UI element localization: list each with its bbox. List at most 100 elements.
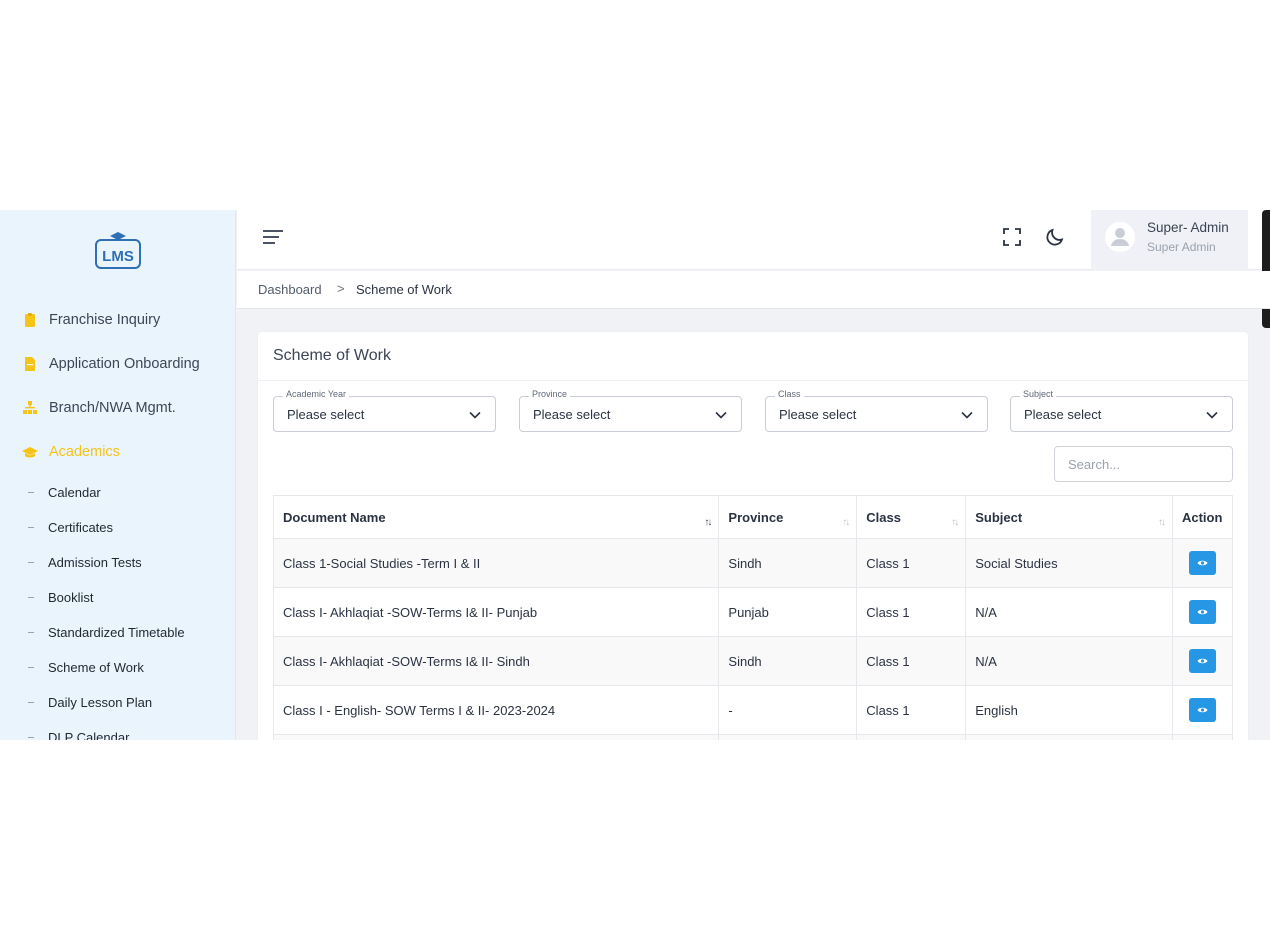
table-header-row: Document Name ↑↓ Province ↑↓ Class ↑↓ Subje…: [272, 495, 1234, 539]
academic-year-label: Academic Year: [283, 389, 350, 399]
academic-year-value: Please select: [287, 407, 365, 422]
province-select[interactable]: Province Please select: [519, 389, 742, 432]
subject-label: Subject: [1020, 389, 1057, 399]
column-header-class[interactable]: Class ↑↓: [856, 495, 967, 539]
top-header: Super- Admin Super Admin: [237, 210, 1270, 270]
menu-toggle-icon[interactable]: [263, 230, 283, 246]
document-name-cell: Class I - English- SOW Terms I & II- 202…: [272, 685, 720, 735]
sidebar-item-franchise-inquiry[interactable]: Franchise Inquiry: [22, 308, 160, 332]
sidebar-subitem-standardized-timetable[interactable]: Standardized Timetable: [28, 622, 185, 642]
table-row: [272, 734, 1234, 740]
action-cell: [1171, 538, 1234, 588]
graduation-cap-icon: [22, 444, 38, 460]
fullscreen-icon[interactable]: [1003, 228, 1021, 246]
sort-icon: ↑↓: [704, 517, 712, 528]
sidebar-item-branch-mgmt[interactable]: Branch/NWA Mgmt.: [22, 396, 176, 420]
eye-icon: [1197, 707, 1208, 713]
bullet-dash: [28, 736, 34, 738]
chevron-down-icon: [469, 411, 481, 419]
breadcrumb-dashboard-link[interactable]: Dashboard: [258, 282, 322, 297]
province-cell: Punjab: [718, 587, 858, 637]
sidebar-subitem-scheme-of-work[interactable]: Scheme of Work: [28, 657, 144, 677]
class-cell: Class 1: [856, 636, 967, 686]
province-cell: [718, 734, 858, 740]
svg-text:LMS: LMS: [102, 248, 134, 265]
bullet-dash: [28, 561, 34, 563]
bullet-dash: [28, 526, 34, 528]
avatar: [1105, 222, 1135, 252]
sidebar-subitem-calendar[interactable]: Calendar: [28, 482, 101, 502]
sidebar-item-academics[interactable]: Academics: [22, 440, 120, 464]
sidebar-item-label: Application Onboarding: [49, 356, 200, 372]
bullet-dash: [28, 631, 34, 633]
chevron-down-icon: [1206, 411, 1218, 419]
side-toolbar-strip[interactable]: [1262, 210, 1270, 328]
eye-icon: [1197, 560, 1208, 566]
eye-icon: [1197, 658, 1208, 664]
clipboard-icon: [22, 312, 38, 328]
column-header-label: Action: [1181, 509, 1223, 525]
sidebar-subitem-label: Admission Tests: [48, 554, 142, 570]
view-button[interactable]: [1188, 649, 1216, 673]
document-name-cell: Class I- Akhlaqiat -SOW-Terms I& II- Pun…: [272, 587, 720, 637]
sidebar-subitem-daily-lesson-plan[interactable]: Daily Lesson Plan: [28, 692, 152, 712]
view-button[interactable]: [1188, 698, 1216, 722]
class-value: Please select: [779, 407, 857, 422]
subject-cell: [965, 734, 1173, 740]
subject-value: Please select: [1024, 407, 1102, 422]
sidebar-subitem-label: Booklist: [48, 589, 94, 605]
action-cell: [1171, 587, 1234, 637]
user-menu[interactable]: Super- Admin Super Admin: [1091, 210, 1248, 270]
subject-cell: N/A: [965, 587, 1173, 637]
class-cell: Class 1: [856, 685, 967, 735]
subject-cell: Social Studies: [965, 538, 1173, 588]
breadcrumb-current: Scheme of Work: [356, 282, 452, 297]
view-button[interactable]: [1188, 600, 1216, 624]
sidebar-subitem-dlp-calendar[interactable]: DLP Calendar: [28, 727, 129, 740]
sidebar-subitem-admission-tests[interactable]: Admission Tests: [28, 552, 142, 572]
subject-cell: English: [965, 685, 1173, 735]
sidebar-subitem-label: Daily Lesson Plan: [48, 694, 153, 710]
document-name-cell: Class 1-Social Studies -Term I & II: [272, 538, 720, 588]
sort-icon: ↑↓: [842, 517, 850, 528]
column-header-province[interactable]: Province ↑↓: [718, 495, 858, 539]
sidebar-subitem-booklist[interactable]: Booklist: [28, 587, 94, 607]
lms-logo[interactable]: LMS: [94, 232, 142, 270]
column-header-label: Subject: [975, 509, 1023, 525]
user-role: Super Admin: [1147, 240, 1216, 254]
sidebar-item-application-onboarding[interactable]: Application Onboarding: [22, 352, 200, 376]
sidebar-item-label: Branch/NWA Mgmt.: [49, 400, 176, 416]
page-title: Scheme of Work: [273, 347, 391, 364]
table-row: Class I- Akhlaqiat -SOW-Terms I& II- Sin…: [272, 636, 1234, 686]
scheme-of-work-table: Document Name ↑↓ Province ↑↓ Class ↑↓ Subje…: [272, 495, 1234, 740]
column-header-label: Class: [866, 509, 901, 525]
user-name: Super- Admin: [1147, 220, 1229, 235]
sidebar-subitem-label: Scheme of Work: [48, 659, 144, 675]
sidebar: LMS Franchise Inquiry Application Onboar…: [0, 210, 236, 740]
class-cell: Class 1: [856, 538, 967, 588]
column-header-action: Action: [1171, 495, 1234, 539]
chevron-down-icon: [715, 411, 727, 419]
action-cell: [1171, 636, 1234, 686]
province-cell: Sindh: [718, 636, 858, 686]
column-header-label: Province: [728, 509, 784, 525]
action-cell: [1171, 685, 1234, 735]
sitemap-icon: [22, 400, 38, 416]
document-icon: [22, 356, 38, 372]
academic-year-select[interactable]: Academic Year Please select: [273, 389, 496, 432]
sidebar-subitem-label: Calendar: [48, 484, 101, 500]
class-label: Class: [775, 389, 804, 399]
sidebar-subitem-certificates[interactable]: Certificates: [28, 517, 113, 537]
sidebar-subitem-label: Standardized Timetable: [48, 624, 185, 640]
dark-mode-toggle-icon[interactable]: [1045, 227, 1065, 247]
column-header-label: Document Name: [283, 509, 386, 525]
column-header-document-name[interactable]: Document Name ↑↓: [272, 495, 720, 539]
chevron-down-icon: [961, 411, 973, 419]
document-name-cell: Class I- Akhlaqiat -SOW-Terms I& II- Sin…: [272, 636, 720, 686]
column-header-subject[interactable]: Subject ↑↓: [965, 495, 1173, 539]
table-row: Class I- Akhlaqiat -SOW-Terms I& II- Pun…: [272, 587, 1234, 637]
search-input[interactable]: [1054, 446, 1233, 482]
subject-select[interactable]: Subject Please select: [1010, 389, 1233, 432]
class-select[interactable]: Class Please select: [765, 389, 988, 432]
view-button[interactable]: [1188, 551, 1216, 575]
